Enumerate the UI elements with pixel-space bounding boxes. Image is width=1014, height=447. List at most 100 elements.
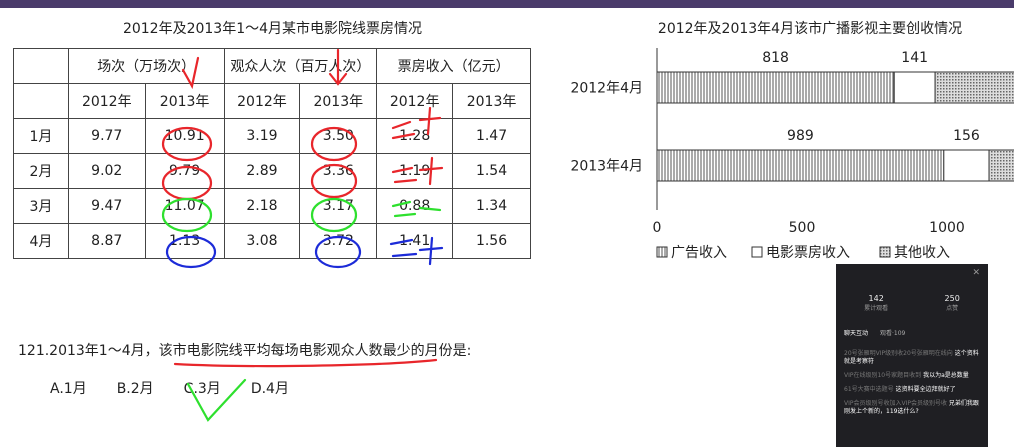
tab-viewers[interactable]: 观看·109 <box>880 328 905 337</box>
stat-likes-value: 250 <box>944 294 960 303</box>
legend-label: 电影票房收入 <box>766 245 850 261</box>
value-cell: 9.47 <box>67 188 146 224</box>
bar-segment <box>656 149 945 182</box>
data-label: 818 <box>762 50 789 66</box>
value-cell: 11.07 <box>144 188 225 224</box>
value-cell: 1.34 <box>452 188 531 224</box>
value-cell: 3.19 <box>223 118 301 154</box>
year-header: 2013年 <box>452 83 531 119</box>
table-corner-cell <box>13 48 69 84</box>
group-header-revenue: 票房收入（亿元） <box>376 48 531 84</box>
option-a[interactable]: A.1月 <box>50 378 87 398</box>
panel-tabs: 聊天互动 观看·109 <box>844 328 905 337</box>
chat-message: VIP在线级别10号家题目收到 我以为a是总数量 <box>844 372 984 380</box>
category-label: 2012年4月 <box>570 81 643 97</box>
legend-label: 其他收入 <box>894 245 950 261</box>
bar-segment <box>988 149 1014 182</box>
value-cell: 3.50 <box>299 118 378 154</box>
live-chat-panel: ✕ 142 累计观看 250 点赞 聊天互动 观看·109 20号张雁明VIP级… <box>836 264 988 447</box>
value-cell: 10.91 <box>144 118 225 154</box>
close-icon[interactable]: ✕ <box>972 268 980 278</box>
value-cell: 3.72 <box>299 223 378 259</box>
stat-views-label: 累计观看 <box>864 305 889 312</box>
value-cell: 1.28 <box>376 118 454 154</box>
chat-author: 20号张雁明VIP级别收20号张雁明在线向 <box>844 350 953 357</box>
table-row: 4月 8.87 1.13 3.08 3.72 1.41 1.56 <box>13 223 531 259</box>
chart-title: 2012年及2013年4月该市广播影视主要创收情况 <box>657 21 963 37</box>
option-b[interactable]: B.2月 <box>117 378 154 398</box>
question-text: 121.2013年1～4月，该市电影院线平均每场电影观众人数最少的月份是: <box>18 343 472 359</box>
table-group-header-row: 场次（万场次） 观众人次（百万人次） 票房收入（亿元） <box>13 48 531 84</box>
value-cell: 2.18 <box>223 188 301 224</box>
tab-chat[interactable]: 聊天互动 <box>844 328 868 337</box>
table-row: 2月 9.02 9.79 2.89 3.36 1.19 1.54 <box>13 153 531 189</box>
chat-messages: 20号张雁明VIP级别收20号张雁明在线向 这个资料就是考察符 VIP在线级别1… <box>844 350 984 422</box>
data-label: 156 <box>953 128 980 144</box>
year-header: 2013年 <box>144 83 225 119</box>
value-cell: 9.77 <box>67 118 146 154</box>
month-cell: 1月 <box>13 118 69 154</box>
table-title: 2012年及2013年1～4月某市电影院线票房情况 <box>122 21 423 37</box>
panel-stats: 142 累计观看 250 点赞 <box>836 294 988 312</box>
value-cell: 8.87 <box>67 223 146 259</box>
option-c[interactable]: C.3月 <box>184 378 221 398</box>
value-cell: 9.02 <box>67 153 146 189</box>
data-label: 989 <box>787 128 814 144</box>
chat-message: 20号张雁明VIP级别收20号张雁明在线向 这个资料就是考察符 <box>844 350 984 366</box>
x-tick-label: 500 <box>789 220 816 236</box>
value-cell: 1.19 <box>376 153 454 189</box>
bar-segment <box>934 71 1014 104</box>
chat-author: 61号大赛中选题号 <box>844 386 894 393</box>
group-header-audience: 观众人次（百万人次） <box>223 48 378 84</box>
chat-author: VIP在线级别10号家题目收到 <box>844 372 922 379</box>
table-blank-cell <box>13 83 69 119</box>
value-cell: 2.89 <box>223 153 301 189</box>
table-row: 3月 9.47 11.07 2.18 3.17 0.88 1.34 <box>13 188 531 224</box>
value-cell: 1.41 <box>376 223 454 259</box>
data-label: 141 <box>901 50 928 66</box>
stat-views-value: 142 <box>868 294 884 303</box>
chat-author: VIP会员级别号收加入VIP会员级别号收 <box>844 400 947 407</box>
legend-swatch <box>751 246 763 258</box>
table-row: 1月 9.77 10.91 3.19 3.50 1.28 1.47 <box>13 118 531 154</box>
month-cell: 4月 <box>13 223 69 259</box>
table-year-header-row: 2012年 2013年 2012年 2013年 2012年 2013年 <box>13 83 531 119</box>
legend-swatch <box>656 246 668 258</box>
value-cell: 1.13 <box>144 223 225 259</box>
stat-views: 142 累计观看 <box>864 294 888 312</box>
value-cell: 1.56 <box>452 223 531 259</box>
answer-options: A.1月 B.2月 C.3月 D.4月 <box>50 378 289 398</box>
value-cell: 3.36 <box>299 153 378 189</box>
x-tick-label: 0 <box>653 220 662 236</box>
revenue-bar-chart: 2012年4月8181417042013年4月98915686005001000… <box>570 48 1014 261</box>
box-office-table: 场次（万场次） 观众人次（百万人次） 票房收入（亿元） 2012年 2013年 … <box>13 48 531 259</box>
window-top-bar <box>0 0 1014 8</box>
group-header-screenings: 场次（万场次） <box>67 48 225 84</box>
red-underline-annotation <box>173 358 438 368</box>
year-header: 2012年 <box>376 83 454 119</box>
stat-likes: 250 点赞 <box>945 294 960 312</box>
year-header: 2012年 <box>67 83 146 119</box>
bar-segment <box>893 71 936 104</box>
category-label: 2013年4月 <box>570 159 643 175</box>
year-header: 2012年 <box>223 83 301 119</box>
chat-message: VIP会员级别号收加入VIP会员级别号收 兄弟们我跟刚发上个新的，119选什么? <box>844 400 984 416</box>
x-tick-label: 1000 <box>929 220 965 236</box>
value-cell: 9.79 <box>144 153 225 189</box>
value-cell: 3.08 <box>223 223 301 259</box>
legend-swatch <box>879 246 891 258</box>
month-cell: 2月 <box>13 153 69 189</box>
month-cell: 3月 <box>13 188 69 224</box>
value-cell: 1.54 <box>452 153 531 189</box>
chat-text: 这资料要全边拜就好了 <box>895 386 956 393</box>
year-header: 2013年 <box>299 83 378 119</box>
value-cell: 0.88 <box>376 188 454 224</box>
legend-label: 广告收入 <box>671 245 727 261</box>
chat-message: 61号大赛中选题号 这资料要全边拜就好了 <box>844 386 984 394</box>
bar-segment <box>656 71 895 104</box>
option-d[interactable]: D.4月 <box>251 378 289 398</box>
stat-likes-label: 点赞 <box>946 305 959 312</box>
bar-segment <box>943 149 990 182</box>
value-cell: 3.17 <box>299 188 378 224</box>
value-cell: 1.47 <box>452 118 531 154</box>
